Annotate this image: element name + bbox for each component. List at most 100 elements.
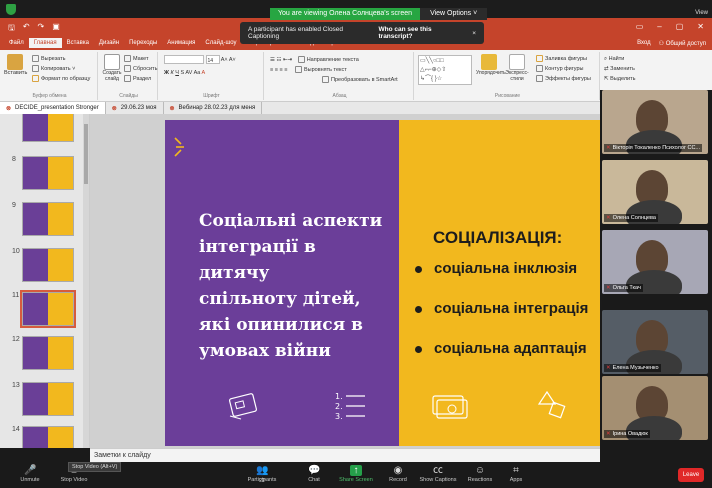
slide-thumbnail[interactable]: 8 (6, 156, 84, 196)
leave-button[interactable]: Leave (678, 468, 704, 482)
unmute-button[interactable]: 🎤 Unmute (6, 462, 54, 488)
view-menu[interactable]: View (695, 10, 708, 16)
muted-mic-icon: ✕ (606, 365, 611, 371)
chat-button[interactable]: 💬 Chat (290, 462, 338, 488)
shrink-font-icon[interactable]: A˅ (229, 57, 236, 63)
quick-access-toolbar: 🖫 ↶ ↷ ▣ (8, 22, 60, 36)
case-icon[interactable]: Aa (194, 70, 201, 76)
slide-thumbnail[interactable]: 10 (6, 248, 84, 288)
close-tab-icon[interactable]: ⊗ (6, 105, 11, 112)
share-button[interactable]: ⚇ Общий доступ (659, 40, 706, 47)
ribbon-tab[interactable]: Слайд-шоу (200, 38, 241, 48)
font-size-field[interactable]: 14 (205, 55, 220, 65)
slide-thumbnail[interactable]: 12 (6, 336, 84, 376)
select-button[interactable]: ⇱ Выделить (604, 74, 636, 84)
slide-number: 8 (12, 156, 16, 163)
reset-button[interactable]: Сбросить (124, 64, 157, 74)
spacing-icon[interactable]: AV (185, 70, 192, 76)
slide-thumbnails: 8 9 10 11 12 13 14 (0, 114, 90, 448)
close-icon[interactable]: ✕ (697, 22, 704, 31)
find-button[interactable]: ⌕ Найти (604, 54, 636, 64)
cut-button[interactable]: Вырезать (32, 54, 90, 64)
participants-video-panel: ✕ Вікторія Токаленко Психолог СС... ✕ Олена… (600, 90, 712, 448)
participants-button[interactable]: 👥22 Participants (238, 462, 286, 488)
document-tab[interactable]: ⊗ Вебинар 28.02.23 для меня (164, 102, 263, 114)
ribbon-options-icon[interactable]: ▭ (636, 22, 644, 31)
save-icon[interactable]: 🖫 (8, 22, 15, 36)
participant-video-tile[interactable]: ✕ Вікторія Токаленко Психолог СС... (602, 90, 708, 154)
redo-icon[interactable]: ↷ (38, 22, 45, 36)
participant-video-tile[interactable]: ✕ Ольга Ткач (602, 230, 708, 294)
font-color-icon[interactable]: A (202, 70, 206, 76)
undo-icon[interactable]: ↶ (23, 22, 30, 36)
ribbon-tab[interactable]: Переходы (124, 38, 162, 48)
minimize-icon[interactable]: – (657, 22, 661, 31)
participant-video-tile[interactable]: ✕ Олена Солнцева (602, 160, 708, 224)
paste-icon (7, 54, 23, 70)
share-screen-button[interactable]: ↑ Share Screen (332, 462, 380, 488)
current-slide[interactable]: Соціальні аспекти інтеграції в дитячу спіл… (165, 120, 600, 446)
font-name-field[interactable] (164, 55, 204, 65)
smartart-button[interactable]: Преобразовать в SmartArt (270, 75, 398, 85)
ribbon-tab[interactable]: Файл (4, 38, 29, 48)
document-tab[interactable]: ⊗ 29.06.23 моя (106, 102, 164, 114)
format-painter-button[interactable]: Формат по образцу (32, 74, 90, 84)
present-icon[interactable]: ▣ (52, 22, 60, 36)
grow-font-icon[interactable]: A˄ (221, 57, 228, 63)
close-tab-icon[interactable]: ⊗ (112, 105, 117, 112)
participant-name: ✕ Ольга Ткач (604, 284, 643, 292)
cc-close-icon[interactable]: × (472, 30, 476, 37)
sunburst-icon (174, 137, 184, 157)
shape-fill-button[interactable]: Заливка фигуры (536, 54, 591, 64)
shape-outline-button[interactable]: Контур фигуры (536, 64, 591, 74)
replace-button[interactable]: ⇄ Заменить (604, 64, 636, 74)
slide-thumbnail[interactable] (6, 114, 84, 148)
underline-icon[interactable]: Ч (175, 70, 179, 76)
paste-button[interactable]: Вставить (4, 54, 27, 76)
ribbon-tab[interactable]: Главная (28, 38, 62, 48)
text-direction-button[interactable]: Направление текста (297, 56, 359, 64)
strikethrough-icon[interactable]: S (181, 70, 185, 76)
indent-icon[interactable]: ⇤⇥ (283, 57, 292, 63)
font-group: 14 A˄ A˅ Ж К Ч S AV Aa A Шрифт (160, 52, 264, 100)
section-button[interactable]: Раздел (124, 74, 157, 84)
ribbon-tab[interactable]: Дизайн (94, 38, 124, 48)
muted-mic-icon: ✕ (606, 145, 611, 151)
bold-icon[interactable]: Ж (164, 70, 169, 76)
italic-icon[interactable]: К (171, 70, 174, 76)
copy-icon (32, 65, 39, 73)
quick-styles-button[interactable]: Экспресс-стили (504, 54, 530, 82)
slide-bullet: соціальна інтеграція (415, 300, 588, 317)
align-text-button[interactable]: Выровнять текст (294, 66, 347, 74)
participant-name: ✕ Ірина Овадюк (604, 430, 650, 438)
slide-heading: СОЦІАЛІЗАЦІЯ: (433, 228, 563, 247)
cc-transcript-link[interactable]: Who can see this transcript? (379, 26, 463, 40)
new-slide-button[interactable]: Создать слайд (102, 54, 122, 82)
maximize-icon[interactable]: ▢ (676, 22, 684, 31)
document-tab[interactable]: ⊗ DECIDE_presentation Stronger (0, 102, 106, 114)
close-tab-icon[interactable]: ⊗ (170, 105, 175, 112)
ribbon-tab[interactable]: Анимация (162, 38, 200, 48)
slide-thumbnail[interactable]: 13 (6, 382, 84, 422)
arrange-button[interactable]: Упорядочить (476, 54, 506, 76)
shape-effects-button[interactable]: Эффекты фигуры (536, 74, 591, 84)
slide-thumbnail[interactable]: 9 (6, 202, 84, 242)
apps-button[interactable]: ⌗ Apps (492, 462, 540, 488)
signin-link[interactable]: Вход (637, 40, 651, 47)
ribbon-tab[interactable]: Вставка (62, 38, 94, 48)
participant-video-tile[interactable]: ✕ Елена Музыченко (602, 310, 708, 374)
numbering-icon[interactable]: ☷ (276, 57, 281, 63)
bullets-icon[interactable]: ☰ (270, 57, 275, 63)
participant-video-tile[interactable]: ✕ Ірина Овадюк (602, 376, 708, 440)
align-icons[interactable]: ≡ ≡ ≡ ≡ (270, 67, 287, 73)
title-line: які опинилися в (199, 315, 363, 335)
slide-thumbnail[interactable]: 11 (6, 290, 84, 332)
shapes-gallery[interactable]: ▭╲╲○□□ △⌐⌐⊕◇⇧ ↳⌒{ }☆ (418, 55, 472, 85)
view-options-button[interactable]: View Options ˅ (420, 8, 488, 20)
slide-thumbnail[interactable]: 14 (6, 426, 84, 448)
numbered-list-icon: 1. 2. 3. (335, 392, 365, 421)
slide-notes-bar[interactable]: Заметки к слайду (90, 448, 600, 462)
copy-button[interactable]: Копировать ˅ (32, 64, 90, 74)
show-captions-button[interactable]: ㏄ Show Captions (414, 462, 462, 488)
layout-button[interactable]: Макет (124, 54, 157, 64)
